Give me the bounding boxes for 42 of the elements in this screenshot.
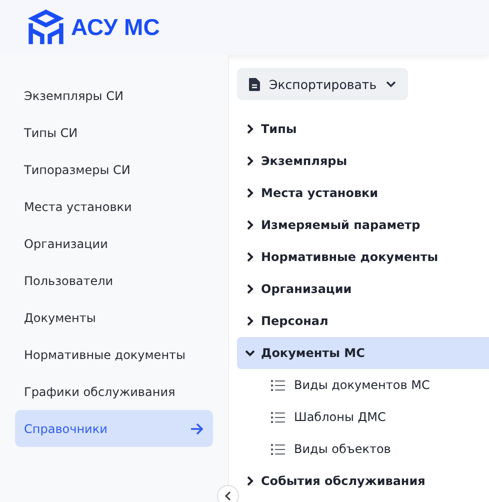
chevron-left-icon: [224, 491, 232, 501]
sidebar-item[interactable]: Пользователи: [15, 262, 213, 299]
tree-leaf[interactable]: Виды объектов: [237, 433, 489, 465]
sidebar-item[interactable]: Экземпляры СИ: [15, 77, 213, 114]
sidebar-item[interactable]: Документы: [15, 299, 213, 336]
sidebar-item[interactable]: Организации: [15, 225, 213, 262]
export-button[interactable]: Экспортировать: [237, 68, 408, 100]
list-icon: [271, 380, 285, 390]
app-title: АСУ МС: [71, 14, 160, 41]
chevron-right-icon: [245, 124, 255, 134]
tree-node[interactable]: Измеряемый параметр: [237, 209, 489, 241]
chevron-right-icon: [245, 476, 255, 486]
sidebar-item[interactable]: Нормативные документы: [15, 336, 213, 373]
tree-leaf[interactable]: Шаблоны ДМС: [237, 401, 489, 433]
tree-node[interactable]: Типы: [237, 113, 489, 145]
sidebar-item[interactable]: Типы СИ: [15, 114, 213, 151]
tree-node[interactable]: Организации: [237, 273, 489, 305]
chevron-right-icon: [245, 316, 255, 326]
sidebar-item[interactable]: Графики обслуживания: [15, 373, 213, 410]
tree-node[interactable]: Документы МС: [237, 337, 489, 369]
sidebar-item[interactable]: Места установки: [15, 188, 213, 225]
chevron-down-icon: [245, 348, 255, 358]
sidebar-item[interactable]: Типоразмеры СИ: [15, 151, 213, 188]
list-icon: [271, 412, 285, 422]
collapse-button[interactable]: [217, 485, 239, 502]
document-icon: [249, 78, 260, 90]
arrow-right-icon: [190, 422, 204, 434]
chevron-right-icon: [245, 284, 255, 294]
cube-logo-icon: [27, 8, 65, 46]
tree-node[interactable]: Места установки: [237, 177, 489, 209]
tree-node[interactable]: Нормативные документы: [237, 241, 489, 273]
chevron-down-icon: [386, 80, 396, 88]
chevron-right-icon: [245, 220, 255, 230]
tree-node[interactable]: Экземпляры: [237, 145, 489, 177]
chevron-right-icon: [245, 156, 255, 166]
chevron-right-icon: [245, 188, 255, 198]
tree-node[interactable]: Персонал: [237, 305, 489, 337]
tree-leaf[interactable]: Виды документов МС: [237, 369, 489, 401]
chevron-right-icon: [245, 252, 255, 262]
sidebar-item[interactable]: Справочники: [15, 410, 213, 447]
tree-node[interactable]: События обслуживания: [237, 465, 489, 497]
list-icon: [271, 444, 285, 454]
